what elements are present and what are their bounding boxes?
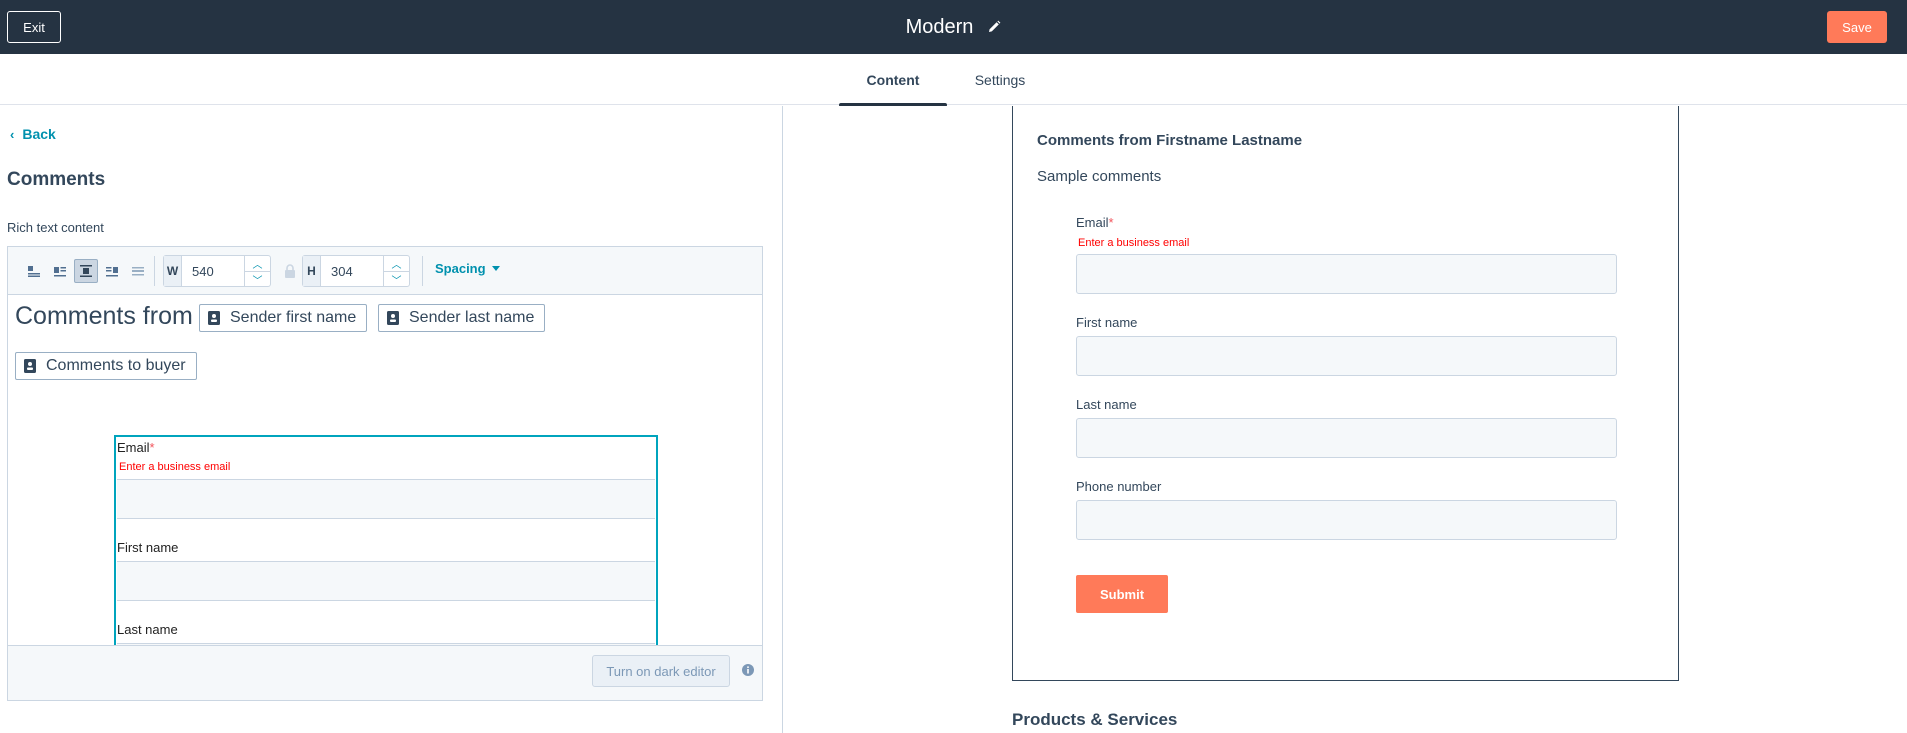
last-name-field[interactable] — [1076, 418, 1617, 458]
products-services-heading: Products & Services — [1012, 710, 1178, 729]
toolbar-divider — [154, 256, 155, 286]
lock-icon[interactable] — [284, 264, 296, 278]
form-field-label: Email* — [1076, 215, 1114, 230]
left-panel: ‹ Back Comments Rich text content W 540 … — [0, 106, 783, 733]
phone-field[interactable] — [1076, 500, 1617, 540]
height-control: H 304 ︿ ﹀ — [302, 255, 410, 287]
width-control: W 540 ︿ ﹀ — [163, 255, 271, 287]
tab-settings[interactable]: Settings — [960, 54, 1040, 105]
back-label: Back — [22, 126, 56, 142]
contact-icon — [24, 359, 36, 373]
editor-footer: Turn on dark editor — [8, 645, 762, 700]
back-link[interactable]: ‹ Back — [10, 126, 56, 142]
align-left-icon[interactable] — [22, 259, 46, 283]
pencil-icon[interactable] — [987, 20, 1001, 34]
dark-editor-button[interactable]: Turn on dark editor — [592, 655, 730, 687]
first-name-field[interactable] — [117, 561, 655, 601]
required-asterisk: * — [149, 440, 155, 455]
personalization-token[interactable]: Comments to buyer — [15, 352, 197, 380]
heading-text[interactable]: Comments from — [15, 302, 193, 331]
first-name-label: First name — [1076, 315, 1138, 330]
token-label: Comments to buyer — [46, 357, 186, 374]
tab-content[interactable]: Content — [839, 54, 947, 107]
preview-title: Comments from Firstname Lastname — [1037, 132, 1303, 149]
submit-button[interactable]: Submit — [1076, 575, 1168, 613]
personalization-token[interactable]: Sender first name — [199, 304, 368, 332]
width-prefix: W — [164, 256, 182, 286]
field-label: Rich text content — [7, 220, 104, 235]
toolbar-divider — [422, 256, 423, 286]
chevron-down-icon[interactable]: ﹀ — [384, 271, 409, 287]
exit-button[interactable]: Exit — [7, 11, 61, 43]
rich-text-editor: W 540 ︿ ﹀ H 304 ︿ ﹀ Spacing Comments fro… — [7, 246, 763, 701]
float-left-icon[interactable] — [48, 259, 72, 283]
align-center-icon[interactable] — [74, 259, 98, 283]
title-wrap: Modern — [0, 0, 1907, 54]
last-name-label: Last name — [1076, 397, 1137, 412]
height-input[interactable]: 304 — [321, 256, 383, 286]
section-title: Comments — [7, 169, 106, 190]
token-label: Sender last name — [409, 309, 535, 326]
personalization-token[interactable]: Sender last name — [378, 304, 546, 332]
chevron-left-icon: ‹ — [10, 126, 15, 142]
email-error-text: Enter a business email — [119, 461, 231, 473]
top-bar: Exit Modern Save — [0, 0, 1907, 54]
email-preview-panel: Comments from Firstname Lastname Sample … — [784, 106, 1907, 733]
save-button[interactable]: Save — [1827, 11, 1887, 43]
height-prefix: H — [303, 256, 321, 286]
page-title[interactable]: Modern — [906, 16, 974, 39]
preview-subtitle: Sample comments — [1037, 168, 1162, 185]
required-asterisk: * — [1108, 215, 1114, 230]
chevron-down-icon[interactable]: ﹀ — [245, 271, 270, 287]
contact-icon — [387, 311, 399, 325]
email-field[interactable] — [117, 479, 655, 519]
email-error-text: Enter a business email — [1078, 237, 1190, 249]
email-label: Email — [117, 440, 150, 455]
caret-down-icon — [491, 266, 500, 271]
form-field-label: Email* — [117, 440, 155, 455]
tab-bar: Content Settings — [0, 54, 1907, 107]
embedded-form-preview[interactable]: Email* Enter a business email First name… — [114, 435, 658, 646]
height-stepper: ︿ ﹀ — [383, 256, 409, 287]
first-name-field[interactable] — [1076, 336, 1617, 376]
last-name-label: Last name — [117, 622, 178, 637]
phone-label: Phone number — [1076, 479, 1162, 494]
chevron-up-icon[interactable]: ︿ — [245, 256, 270, 271]
email-field[interactable] — [1076, 254, 1617, 294]
spacing-dropdown[interactable]: Spacing — [435, 261, 500, 276]
editor-toolbar: W 540 ︿ ﹀ H 304 ︿ ﹀ Spacing — [8, 247, 762, 295]
width-input[interactable]: 540 — [182, 256, 244, 286]
float-right-icon[interactable] — [100, 259, 124, 283]
contact-icon — [208, 311, 220, 325]
info-icon[interactable] — [742, 664, 754, 676]
chevron-up-icon[interactable]: ︿ — [384, 256, 409, 271]
token-label: Sender first name — [230, 309, 357, 326]
full-width-icon[interactable] — [126, 259, 150, 283]
email-label: Email — [1076, 215, 1109, 230]
spacing-label: Spacing — [435, 261, 486, 276]
first-name-label: First name — [117, 540, 179, 555]
editor-body[interactable]: Comments from Sender first name Sender l… — [8, 296, 762, 646]
width-stepper: ︿ ﹀ — [244, 256, 270, 287]
comments-module-preview[interactable]: Comments from Firstname Lastname Sample … — [1012, 106, 1679, 681]
